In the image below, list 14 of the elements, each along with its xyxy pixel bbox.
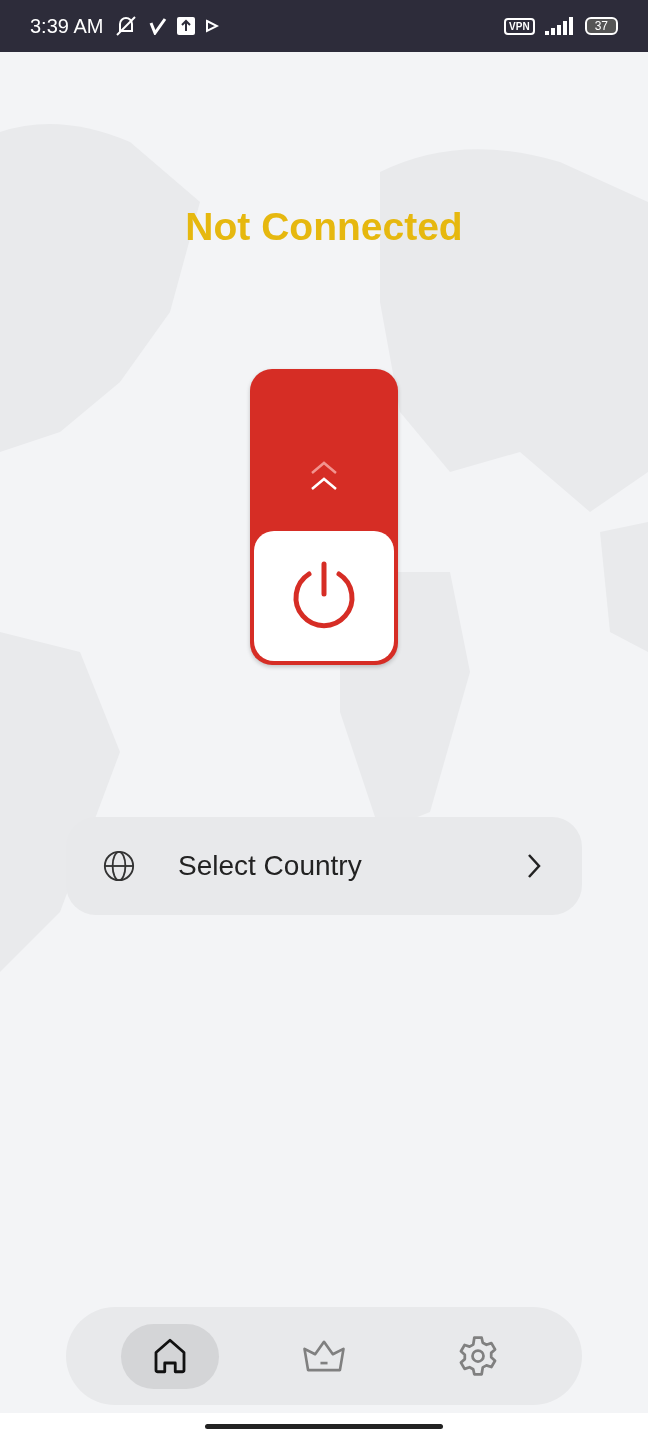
double-chevron-up-icon <box>310 461 338 491</box>
chevron-right-icon <box>526 853 542 879</box>
check-icon <box>149 17 168 35</box>
battery-level: 37 <box>584 17 618 35</box>
status-time: 3:39 AM <box>30 14 104 38</box>
power-knob[interactable] <box>254 531 394 661</box>
select-country-button[interactable]: Select Country <box>66 817 582 915</box>
vpn-badge: VPN <box>504 17 535 35</box>
play-icon <box>205 19 220 33</box>
power-switch[interactable] <box>250 369 398 665</box>
signal-icon <box>544 17 575 35</box>
upload-icon <box>177 17 196 35</box>
connection-status: Not Connected <box>185 205 463 249</box>
globe-icon <box>102 849 136 883</box>
